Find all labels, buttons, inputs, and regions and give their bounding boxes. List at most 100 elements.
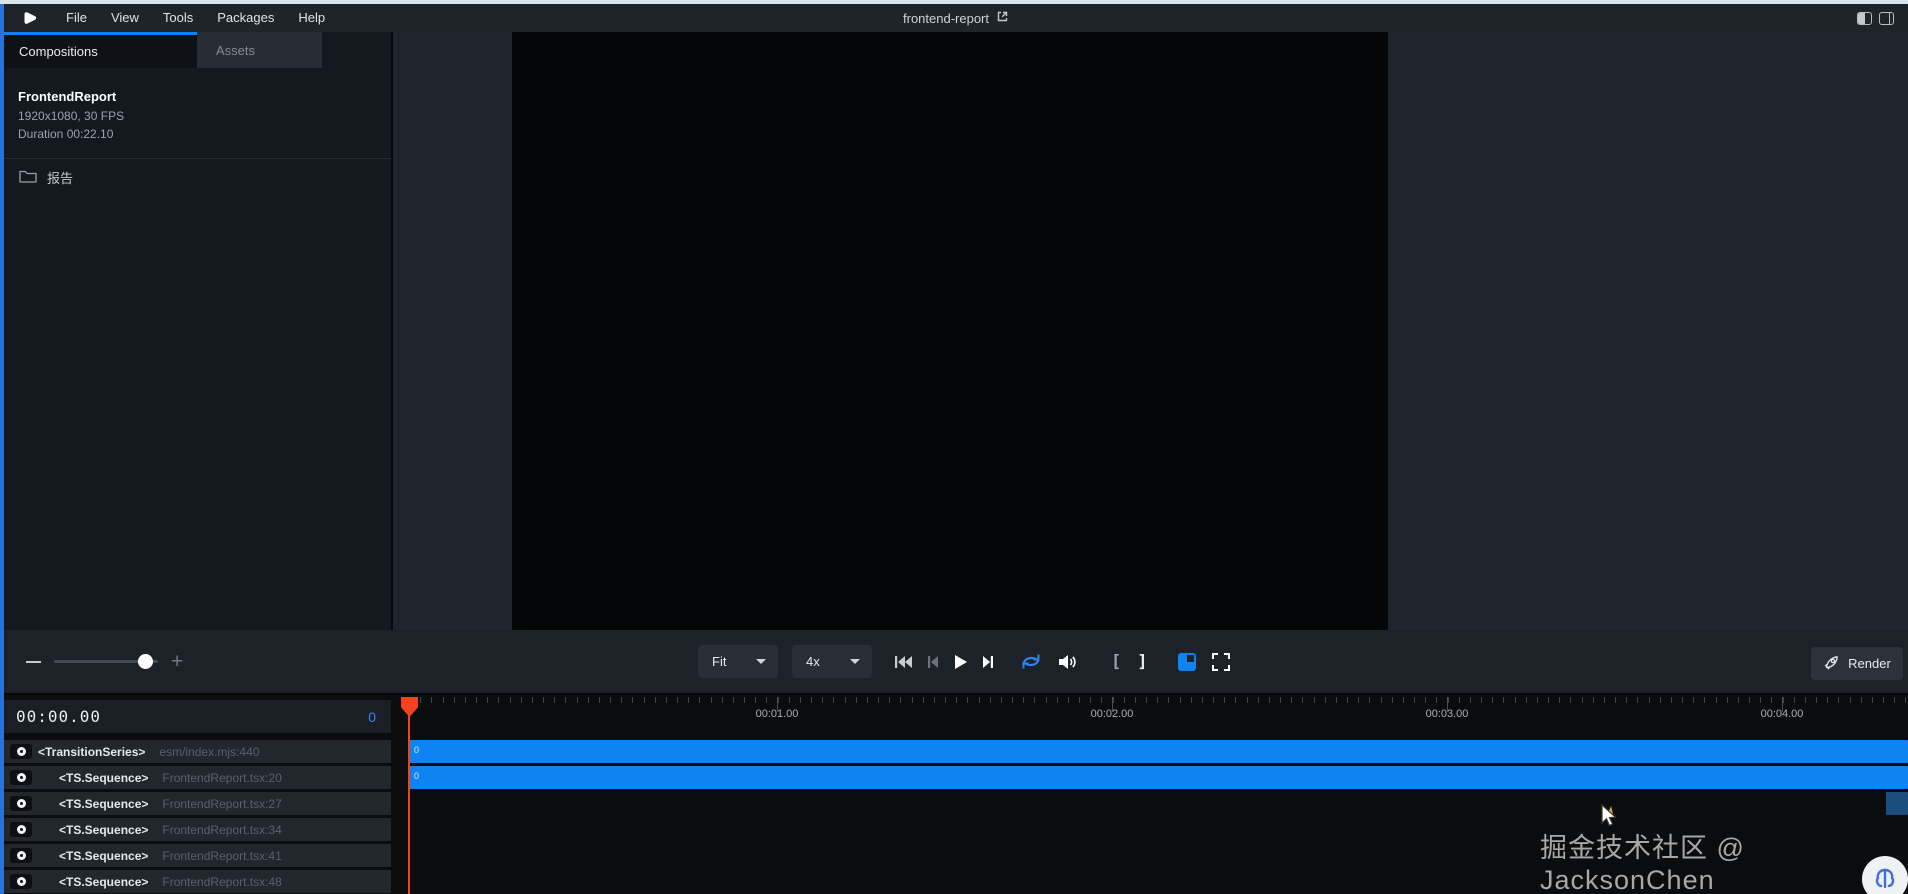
remotion-studio-window: FileViewToolsPackagesHelp frontend-repor… (0, 0, 1908, 894)
ruler-tick (1749, 697, 1750, 703)
track-row[interactable]: <TS.Sequence>FrontendReport.tsx:20 (4, 766, 391, 789)
ruler-tick (1883, 697, 1884, 703)
track-row[interactable]: <TransitionSeries> esm/index.mjs:440 (4, 740, 391, 763)
track-row[interactable]: <TS.Sequence> FrontendReport.tsx:41 (4, 844, 391, 867)
ruler-tick (711, 697, 712, 703)
volume-icon[interactable] (1058, 654, 1077, 670)
sidebar-folder-item[interactable]: 报告 (4, 159, 391, 187)
toggle-left-panel-icon[interactable] (1857, 12, 1872, 25)
ruler-tick (1302, 697, 1303, 703)
set-out-point-button[interactable]: ] (1137, 652, 1147, 672)
ruler-tick (755, 697, 756, 703)
fullscreen-icon[interactable] (1212, 653, 1230, 671)
ruler-tick (1213, 697, 1214, 703)
next-frame-button[interactable] (982, 655, 994, 669)
play-button[interactable] (953, 654, 968, 670)
set-in-point-button[interactable]: [ (1111, 652, 1121, 672)
track-row[interactable]: <TS.Sequence>FrontendReport.tsx:27 (4, 792, 391, 815)
ruler-tick (599, 697, 600, 703)
remotion-logo-icon[interactable] (18, 8, 40, 28)
ruler-tick (1414, 697, 1415, 703)
loop-toggle-icon[interactable] (1020, 653, 1042, 670)
ruler-tick (454, 697, 455, 703)
ruler-tick (1515, 697, 1516, 703)
eye-visibility-icon[interactable] (10, 822, 32, 837)
ruler-tick (1325, 697, 1326, 703)
eye-visibility-icon[interactable] (10, 874, 32, 889)
ruler-tick (1526, 697, 1527, 703)
preview-area (393, 32, 1908, 630)
ruler-tick (1827, 697, 1828, 703)
playback-speed-dropdown[interactable]: 4x (792, 645, 872, 678)
extension-badge-icon[interactable] (1862, 856, 1908, 894)
transparency-checkerboard-toggle-icon[interactable] (1178, 653, 1196, 671)
menu-item-file[interactable]: File (54, 4, 99, 32)
sequence-bar[interactable]: 0 (409, 766, 1908, 789)
jump-to-start-button[interactable] (894, 655, 913, 669)
ruler-tick (621, 697, 622, 703)
ruler-tick (833, 697, 834, 703)
track-source: FrontendReport.tsx:41 (162, 849, 281, 863)
composition-info[interactable]: FrontendReport 1920x1080, 30 FPS Duratio… (4, 68, 391, 141)
ruler-tick (1816, 697, 1817, 703)
project-title-group[interactable]: frontend-report (903, 4, 1009, 32)
tab-assets[interactable]: Assets (197, 32, 322, 68)
ruler-tick (498, 697, 499, 703)
eye-visibility-icon[interactable] (10, 848, 32, 863)
ruler-tick (1805, 697, 1806, 703)
ruler-tick (1593, 697, 1594, 703)
ruler-tick (1392, 697, 1393, 703)
eye-visibility-icon[interactable] (10, 770, 32, 785)
playhead-handle[interactable] (401, 697, 418, 717)
ruler-tick (588, 697, 589, 703)
chevron-down-icon (756, 659, 766, 664)
sequence-bar[interactable] (1886, 792, 1908, 815)
ruler-tick (644, 697, 645, 703)
ruler-tick (1436, 697, 1437, 703)
menu-item-packages[interactable]: Packages (205, 4, 286, 32)
ruler-tick (1548, 697, 1549, 703)
previous-frame-button[interactable] (927, 655, 939, 669)
ruler-tick (1894, 697, 1895, 703)
ruler-tick (1135, 697, 1136, 703)
window-controls (1857, 4, 1894, 32)
canvas-zoom-dropdown[interactable]: Fit (698, 645, 778, 678)
folder-label: 报告 (47, 168, 73, 187)
sequence-bar[interactable]: 0 (409, 740, 1908, 763)
ruler-tick (1336, 697, 1337, 703)
menu-item-help[interactable]: Help (286, 4, 337, 32)
ruler-tick (867, 697, 868, 703)
timeline-zoom-slider[interactable] (54, 654, 158, 669)
track-name: <TS.Sequence> (59, 849, 148, 863)
track-source: esm/index.mjs:440 (159, 745, 259, 759)
ruler-tick (577, 697, 578, 703)
watermark-text: 掘金技术社区 @ JacksonChen (1540, 826, 1908, 894)
track-row[interactable]: <TS.Sequence>FrontendReport.tsx:34 (4, 818, 391, 841)
track-row[interactable]: <TS.Sequence>FrontendReport.tsx:48 (4, 870, 391, 893)
menu-item-view[interactable]: View (99, 4, 151, 32)
eye-visibility-icon[interactable] (10, 796, 32, 811)
composition-specs: 1920x1080, 30 FPS (18, 109, 391, 123)
ruler-tick (1347, 697, 1348, 703)
ruler-tick (766, 697, 767, 703)
track-name: <TransitionSeries> (38, 745, 145, 759)
ruler-tick (677, 697, 678, 703)
toggle-right-panel-icon[interactable] (1879, 12, 1894, 25)
ruler-tick (900, 697, 901, 703)
ruler-tick (811, 697, 812, 703)
ruler-tick (967, 697, 968, 703)
slider-knob[interactable] (138, 654, 153, 669)
ruler-tick (1537, 697, 1538, 703)
render-button[interactable]: Render (1811, 647, 1903, 680)
zoom-in-icon[interactable]: + (171, 654, 183, 669)
zoom-out-icon[interactable] (26, 661, 41, 663)
current-timecode: 00:00.00 (16, 707, 101, 726)
eye-visibility-icon[interactable] (10, 744, 32, 759)
ruler-tick (1146, 697, 1147, 703)
menu-item-tools[interactable]: Tools (151, 4, 205, 32)
ruler-tick (1637, 697, 1638, 703)
tab-compositions[interactable]: Compositions (4, 32, 197, 68)
ruler-tick (822, 697, 823, 703)
sequence-bar-label: 0 (414, 771, 419, 781)
track-source: FrontendReport.tsx:34 (162, 823, 281, 837)
